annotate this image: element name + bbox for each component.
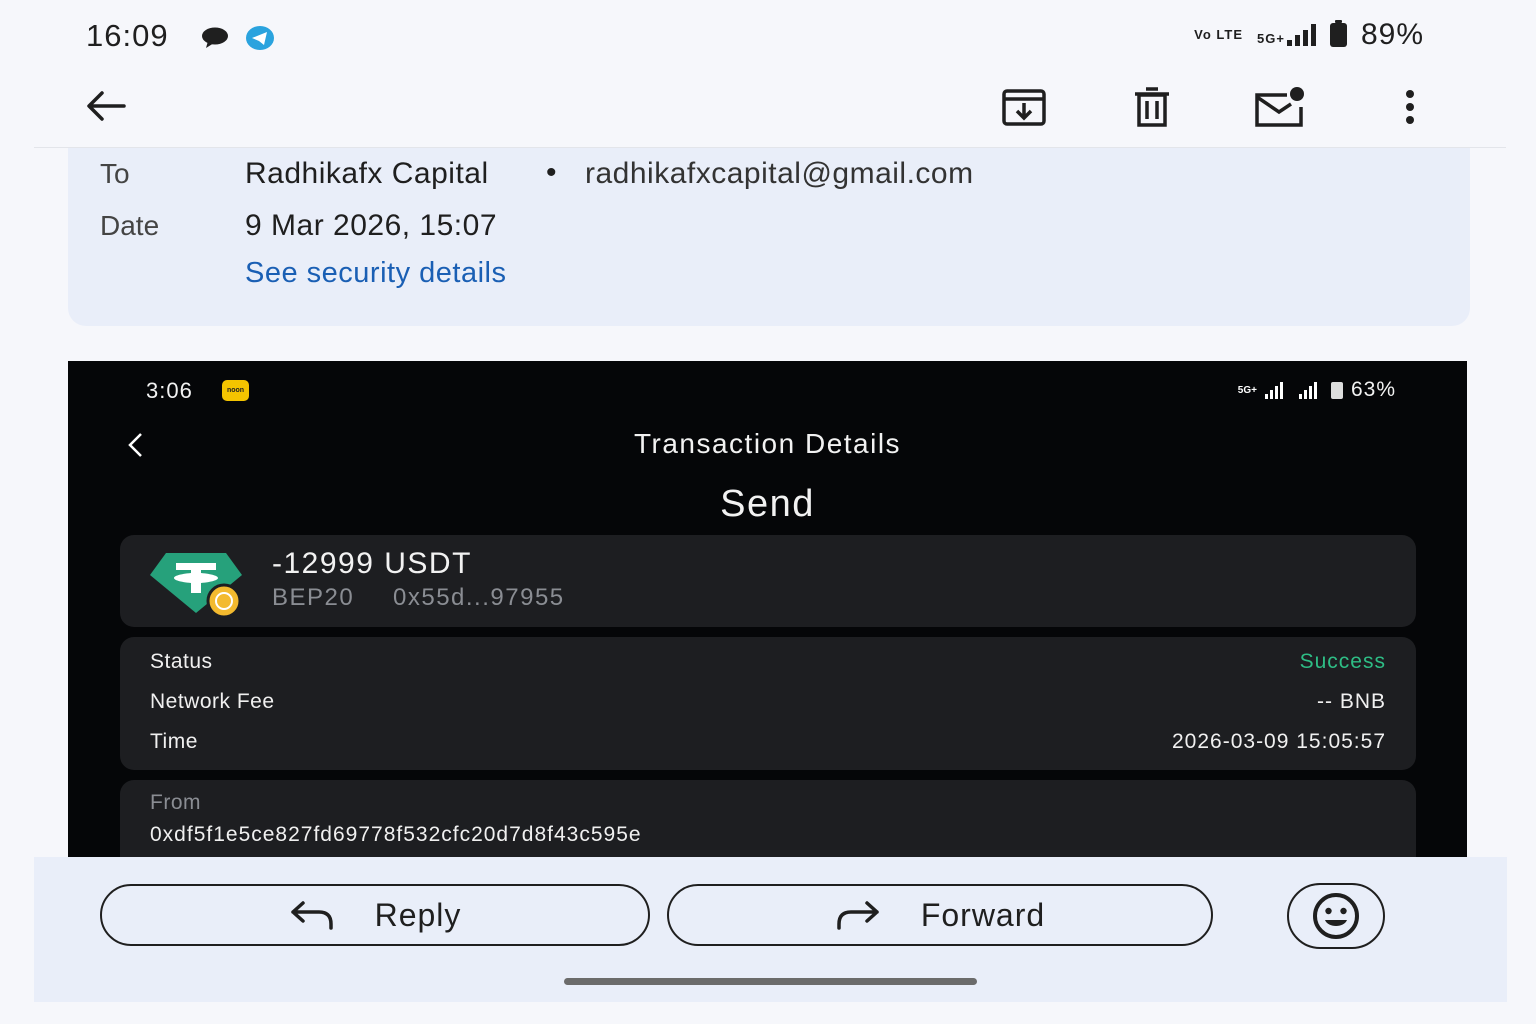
mark-unread-button[interactable] [1252,82,1308,132]
recipient-email[interactable]: radhikafxcapital@gmail.com [585,157,974,191]
noon-app-icon: noon [222,380,249,401]
date-label: Date [100,210,160,241]
shot-title: Transaction Details [633,428,902,459]
shot-type: Send [720,483,815,525]
delete-button[interactable] [1128,82,1176,132]
token-address: 0x55d...97955 [393,584,565,611]
from-label: From [150,791,201,814]
recipient-bullet: • [546,156,558,189]
emoji-reaction-button[interactable] [1287,883,1385,949]
from-address: 0xdf5f1e5ce827fd69778f532cfc20d7d8f43c59… [150,823,642,846]
from-card: From 0xdf5f1e5ce827fd69778f532cfc20d7d8f… [120,780,1416,861]
shot-signal-icon [1264,381,1283,399]
volte-indicator: Vo LTE [1194,27,1244,42]
archive-icon [1002,89,1046,126]
details-card: Status Success Network Fee -- BNB Time 2… [120,637,1416,770]
emoji-smile-icon [1313,893,1359,939]
reply-icon [290,901,333,930]
status-label: Status [150,650,213,673]
chat-bubble-icon [200,26,230,55]
time-label: Time [150,730,198,753]
recipient-name[interactable]: Radhikafx Capital [245,157,489,191]
delete-icon [1135,87,1169,127]
bottom-action-bar: Reply Forward [34,857,1507,1002]
network-fee-value: -- BNB [1317,690,1386,713]
reply-button[interactable]: Reply [100,884,650,946]
token-network: BEP20 [272,584,355,611]
shot-status-time: 3:06 [146,378,193,403]
token-card: -12999 USDT BEP20 0x55d...97955 [120,535,1416,627]
shot-signal2-icon [1298,381,1317,399]
forward-label: Forward [920,896,1046,933]
tether-icon [150,549,246,624]
shot-battery-icon [1330,381,1343,399]
battery-percent: 89% [1360,18,1424,51]
shot-network-label: 5G+ [1237,384,1257,396]
battery-icon [1329,20,1347,47]
date-value: 9 Mar 2026, 15:07 [245,209,498,242]
forward-button[interactable]: Forward [667,884,1213,946]
network-fee-label: Network Fee [150,690,275,713]
more-options-button[interactable] [1396,84,1424,130]
token-amount: -12999 USDT [272,547,472,580]
time-value: 2026-03-09 15:05:57 [1172,730,1386,753]
email-details-card: To Radhikafx Capital • radhikafxcapital@… [68,148,1470,326]
signal-icon [1286,24,1316,46]
reply-label: Reply [374,896,462,933]
archive-button[interactable] [998,82,1050,132]
shot-battery-percent: 63% [1350,378,1396,401]
gesture-nav-handle[interactable] [564,978,977,985]
mark-unread-icon [1255,87,1304,127]
arrow-left-icon [87,91,126,121]
status-time: 16:09 [86,18,169,53]
back-button[interactable] [82,84,130,128]
more-vert-icon [1406,90,1414,124]
to-label: To [100,158,130,189]
attached-screenshot[interactable]: 3:06 noon 5G+ 63% Transaction Details Se… [68,361,1467,861]
network-5g-label: 5G+ [1257,31,1285,46]
forward-icon [837,901,879,930]
status-value: Success [1299,650,1386,673]
telegram-icon [245,24,275,57]
security-details-link[interactable]: See security details [245,257,506,290]
